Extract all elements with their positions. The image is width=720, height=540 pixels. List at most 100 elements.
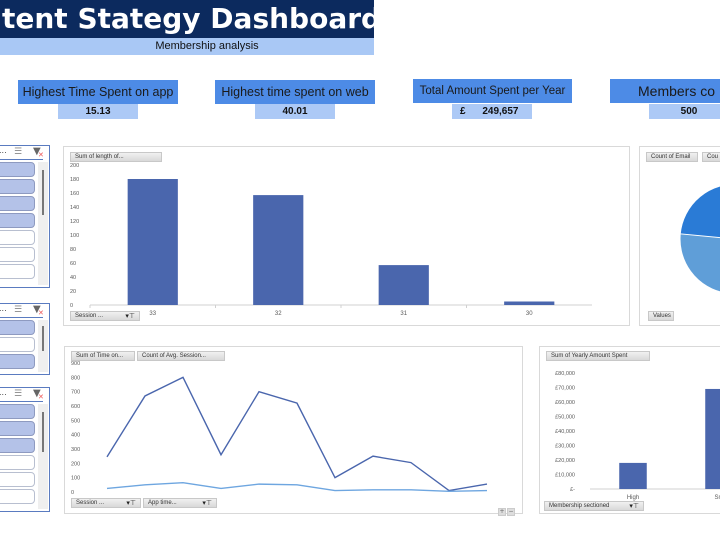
y-tick-label: 200 [71,461,80,467]
y-tick-label: 20 [70,289,76,295]
dashboard-title: tent Stategy Dashboard [0,0,374,38]
clear-filter-icon[interactable]: ▼ ✕ [33,304,44,317]
y-tick-label: £20,000 [555,458,575,464]
x-tick-label: 31 [400,311,407,317]
slicer-1[interactable]: ... ☰ ▼✕ [0,145,50,288]
filter-dropdown-icon[interactable]: ▾⊤ [125,312,135,320]
kpi-app-time-title: Highest Time Spent on app [18,80,178,104]
zoom-controls: + − [497,498,515,517]
y-tick-label: £10,000 [555,473,575,479]
y-tick-label: 160 [70,191,79,197]
time-on-session-line-panel: Sum of Time on... Count of Avg. Session.… [64,346,523,517]
slicer-3[interactable]: ... ☰ ▼✕ [0,387,50,512]
email-count-pie-panel: Count of Email Cou Values [639,146,720,326]
slicer-header: ... ☰ ▼✕ [0,146,44,160]
multi-select-icon[interactable]: ☰ [14,305,22,315]
slicer-item[interactable] [0,438,35,453]
y-tick-label: £80,000 [555,371,575,377]
session-length-bar-chart: 0 20 40 60 80 100 120 140 160 180 200 33 32 31 30 [70,163,592,317]
y-tick-label: 800 [71,375,80,381]
y-tick-label: 200 [70,163,79,169]
kpi-amount-title: Total Amount Spent per Year [413,79,572,103]
line-series-1 [106,481,488,492]
slicer-item[interactable] [0,230,35,245]
kpi-members-title: Members co [610,79,720,103]
slicer-item[interactable] [0,472,35,487]
kpi-amount-value: £ 249,657 [452,104,532,119]
slicer-scrollbar[interactable] [38,404,48,509]
slicer-title: ... [0,304,7,313]
y-tick-label: £- [570,487,575,493]
y-tick-label: 700 [71,390,80,396]
y-tick-label: 80 [70,247,76,253]
slicer-item[interactable] [0,455,35,470]
values-field-button[interactable]: Values [648,311,674,321]
slicer-item[interactable] [0,337,35,352]
slicer-item[interactable] [0,354,35,369]
collapse-field-button[interactable]: − [507,508,515,516]
y-tick-label: 180 [70,177,79,183]
scroll-thumb[interactable] [42,412,44,452]
y-tick-label: 0 [70,303,73,309]
session-axis-label: Session ... [76,500,105,506]
x-tick-label: 32 [275,311,282,317]
email-count-pie-chart [679,185,720,293]
membership-sectioned-field-button[interactable]: Membership sectioned ▾⊤ [544,501,644,511]
filter-dropdown-icon[interactable]: ▾⊤ [126,499,136,507]
slicer-header: ... ☰ ▼✕ [0,304,44,318]
y-tick-label: 600 [71,404,80,410]
yearly-amount-bar-chart: £- £10,000 £20,000 £30,000 £40,000 £50,000 £60… [555,371,720,501]
x-tick-label: 33 [149,311,156,317]
line-series-0 [106,376,488,492]
slicer-item[interactable] [0,247,35,262]
slicer-item[interactable] [0,404,35,419]
session-axis-field-button[interactable]: Session ... ▾⊤ [71,498,141,508]
slicer-scrollbar[interactable] [38,162,48,285]
slicer-scrollbar[interactable] [38,320,48,372]
bar-30 [504,301,555,305]
slicer-item[interactable] [0,264,35,279]
y-tick-label: £70,000 [555,386,575,392]
y-tick-label: 0 [71,490,74,496]
clear-filter-icon[interactable]: ▼ ✕ [33,388,44,401]
yearly-amount-chart-panel: Sum of Yearly Amount Spent £- £10,000 £20,… [539,346,720,514]
y-tick-label: 900 [71,361,80,367]
slicer-item[interactable] [0,162,35,177]
y-tick-label: £30,000 [555,444,575,450]
y-tick-label: £60,000 [555,400,575,406]
slicer-title: ... [0,146,7,155]
y-tick-label: 60 [70,261,76,267]
y-tick-label: 100 [70,233,79,239]
bar-Sm [705,388,720,489]
slicer-item[interactable] [0,489,35,504]
y-tick-label: 140 [70,205,79,211]
app-time-field-button[interactable]: App time... ▾⊤ [143,498,217,508]
kpi-app-time-value: 15.13 [58,104,138,119]
membership-axis-label: Membership sectioned [549,503,610,509]
kpi-web-time-title: Highest time spent on web [215,80,375,104]
bar-33 [127,179,178,305]
scroll-thumb[interactable] [42,326,44,351]
expand-field-button[interactable]: + [498,508,506,516]
multi-select-icon[interactable]: ☰ [14,389,22,399]
session-axis-label: Session ... [75,313,104,319]
slicer-item[interactable] [0,421,35,436]
scroll-thumb[interactable] [42,170,44,215]
session-axis-field-button[interactable]: Session ... ▾⊤ [70,311,140,321]
slicer-item[interactable] [0,179,35,194]
session-length-chart-panel: Sum of length of... 0 20 40 60 80 100 120 140 16… [63,146,630,326]
slicer-2[interactable]: ... ☰ ▼✕ [0,303,50,375]
slicer-item[interactable] [0,213,35,228]
filter-dropdown-icon[interactable]: ▾⊤ [629,502,639,510]
clear-filter-icon[interactable]: ▼ ✕ [33,146,44,159]
bar-32 [253,195,304,305]
kpi-members-value: 500 [649,104,720,119]
slicer-item[interactable] [0,320,35,335]
y-tick-label: £50,000 [555,415,575,421]
time-on-session-line-chart: 0 100 200 300 400 500 600 700 800 900 [71,361,488,496]
pie-slice [679,229,720,293]
filter-dropdown-icon[interactable]: ▾⊤ [202,499,212,507]
slicer-item[interactable] [0,196,35,211]
multi-select-icon[interactable]: ☰ [14,147,22,157]
kpi-web-time-value: 40.01 [255,104,335,119]
